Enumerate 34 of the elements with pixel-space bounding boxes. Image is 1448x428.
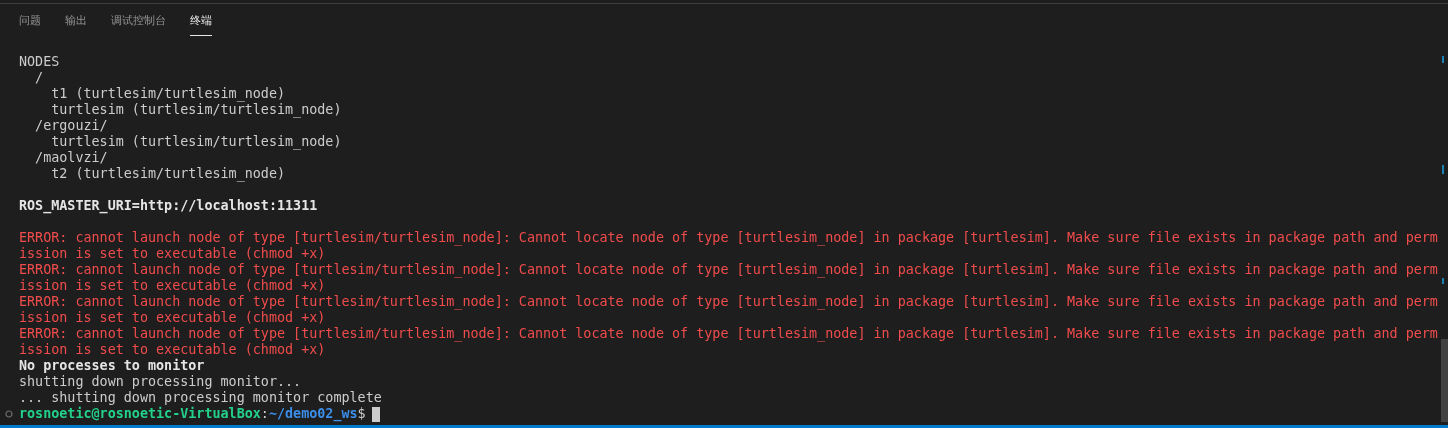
error-line: ERROR: cannot launch node of type [turtlesim/turtlesim_node]: Cannot locate node of type [turtlesim_node] in package [turtlesim]. Make sure file exists in package path and perm xyxy=(19,326,1438,341)
prompt-user: rosnoetic@rosnoetic-VirtualBox xyxy=(19,406,261,422)
panel-tab[interactable]: 终端 xyxy=(190,13,212,36)
error-line: ission is set to executable (chmod +x) xyxy=(19,342,326,357)
panel-tab[interactable]: 问题 xyxy=(19,13,41,36)
error-line: ERROR: cannot launch node of type [turtlesim/turtlesim_node]: Cannot locate node of type [turtlesim_node] in package [turtlesim]. Make sure file exists in package path and perm xyxy=(19,294,1438,309)
output-line: No processes to monitor xyxy=(19,358,205,373)
scrollbar-marker xyxy=(1442,165,1444,174)
error-line: ERROR: cannot launch node of type [turtlesim/turtlesim_node]: Cannot locate node of type [turtlesim_node] in package [turtlesim]. Make sure file exists in package path and perm xyxy=(19,230,1438,245)
output-line: /ergouzi/ xyxy=(34,118,108,133)
output-line: ROS_MASTER_URI=http://localhost:11311 xyxy=(19,198,318,213)
error-line: ission is set to executable (chmod +x) xyxy=(19,246,326,261)
prompt-separator: : xyxy=(260,406,269,422)
panel-tab[interactable]: 输出 xyxy=(65,13,87,36)
output-line: shutting down processing monitor... xyxy=(19,374,302,389)
output-line: turtlesim (turtlesim/turtlesim_node) xyxy=(50,102,342,117)
scrollbar-marker xyxy=(1442,278,1444,284)
output-line: t1 (turtlesim/turtlesim_node) xyxy=(50,86,286,101)
error-line: ERROR: cannot launch node of type [turtlesim/turtlesim_node]: Cannot locate node of type [turtlesim_node] in package [turtlesim]. Make sure file exists in package path and perm xyxy=(19,262,1438,277)
error-line: ission is set to executable (chmod +x) xyxy=(19,278,326,293)
scrollbar-marker xyxy=(1442,56,1444,63)
scrollbar-thumb[interactable] xyxy=(1441,339,1448,422)
panel-tab[interactable]: 调试控制台 xyxy=(111,13,166,36)
prompt-path: ~/demo02_ws xyxy=(268,406,358,422)
output-line: / xyxy=(34,70,44,85)
circle-icon xyxy=(5,410,13,418)
cursor xyxy=(371,406,380,422)
output-line: t2 (turtlesim/turtlesim_node) xyxy=(50,166,286,181)
output-line: NODES xyxy=(19,54,60,69)
error-line: ission is set to executable (chmod +x) xyxy=(19,310,326,325)
output-line: ... shutting down processing monitor complete xyxy=(19,390,382,405)
output-line: turtlesim (turtlesim/turtlesim_node) xyxy=(50,134,342,149)
output-line: /maolvzi/ xyxy=(34,150,108,165)
prompt-symbol: $ xyxy=(357,406,366,421)
